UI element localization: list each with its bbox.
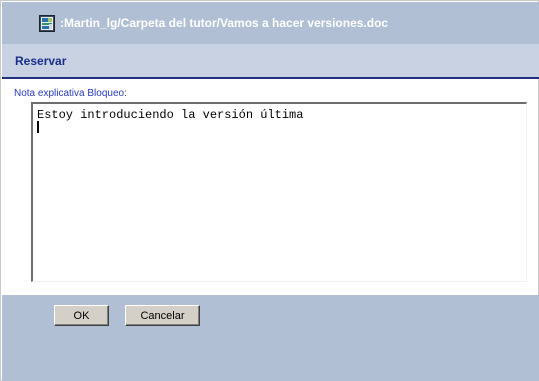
text-cursor xyxy=(37,121,39,133)
section-title: Reservar xyxy=(15,54,67,68)
section-divider xyxy=(2,77,539,79)
title-bar: :Martin_lg/Carpeta del tutor/Vamos a hac… xyxy=(2,2,539,44)
reservar-dialog: :Martin_lg/Carpeta del tutor/Vamos a hac… xyxy=(0,0,539,381)
button-area: OK Cancelar xyxy=(2,295,539,381)
window-title: :Martin_lg/Carpeta del tutor/Vamos a hac… xyxy=(60,16,389,30)
document-icon xyxy=(39,15,55,32)
cancel-button[interactable]: Cancelar xyxy=(125,305,200,326)
note-textarea[interactable]: Estoy introduciendo la versión última xyxy=(31,102,527,282)
note-label: Nota explicativa Bloqueo: xyxy=(14,88,127,99)
section-header: Reservar xyxy=(2,44,539,77)
ok-button[interactable]: OK xyxy=(54,305,109,326)
